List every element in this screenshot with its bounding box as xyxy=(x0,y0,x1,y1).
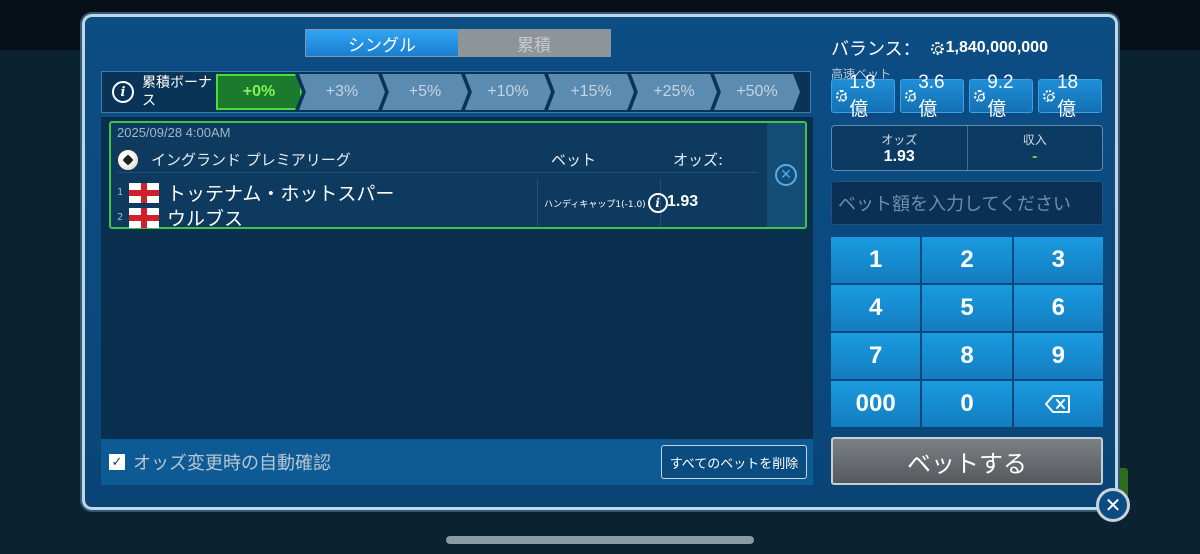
number-keypad: 1 2 3 4 5 6 7 8 9 000 0 xyxy=(831,237,1103,427)
bonus-step: +25% xyxy=(631,74,717,110)
quick-bet-amount: 3.6億 xyxy=(918,71,945,120)
balance-label: バランス： xyxy=(831,39,921,60)
delete-all-bets-button[interactable]: すべてのベットを削除 xyxy=(661,445,807,479)
selection-odds: 1.93 xyxy=(667,193,699,210)
key-0[interactable]: 0 xyxy=(922,381,1012,427)
bonus-steps: +0% +3% +5% +10% +15% +25% +50% xyxy=(216,74,800,110)
key-3[interactable]: 3 xyxy=(1013,237,1103,283)
balance-amount: 1,840,000,000 xyxy=(945,39,1048,56)
chip-icon xyxy=(1043,90,1055,102)
bonus-step: +3% xyxy=(299,74,385,110)
odds-value: 1.93 xyxy=(883,147,915,165)
info-icon[interactable]: i xyxy=(647,193,668,213)
bonus-step: +0% xyxy=(216,74,302,110)
bet-list-footer: ✓ オッズ変更時の自動確認 すべてのベットを削除 xyxy=(101,439,813,485)
team-name: トッテナム・ホットスパー xyxy=(167,183,395,205)
home-indicator xyxy=(446,536,754,544)
team-row: 1 トッテナム・ホットスパー xyxy=(117,179,394,206)
income-value: - xyxy=(1032,147,1038,165)
close-icon[interactable]: ✕ xyxy=(1096,488,1130,522)
bet-card: 2025/09/28 4:00AM イングランド プレミアリーグ ベット オッズ… xyxy=(109,121,807,231)
key-9[interactable]: 9 xyxy=(1013,333,1103,379)
key-5[interactable]: 5 xyxy=(922,285,1012,331)
key-4[interactable]: 4 xyxy=(831,285,921,331)
key-000[interactable]: 000 xyxy=(831,381,921,427)
parlay-bonus-bar: i 累積ボーナス +0% +3% +5% +10% +15% +25% +50% xyxy=(101,71,811,113)
odds-label: オッズ xyxy=(881,132,918,147)
info-icon[interactable]: i xyxy=(112,81,134,103)
handicap-selection: ハンディキャップ1(-1.0) i xyxy=(537,179,668,227)
place-bet-button[interactable]: ベットする xyxy=(831,437,1103,485)
balance: バランス： 1,840,000,000 xyxy=(831,35,1048,61)
income-cell: 収入 - xyxy=(966,126,1103,170)
backspace-icon xyxy=(1045,395,1071,413)
handicap-label: ハンディキャップ1(-1.0) xyxy=(544,199,646,210)
tab-parlay[interactable]: 累積 xyxy=(458,30,610,56)
bonus-step: +15% xyxy=(548,74,634,110)
bonus-step: +5% xyxy=(382,74,468,110)
chip-icon xyxy=(836,90,848,102)
league-row: イングランド プレミアリーグ ベット オッズ: xyxy=(117,147,757,173)
soccer-ball-icon xyxy=(117,148,139,171)
quick-bet-button[interactable]: 18億 xyxy=(1038,72,1102,120)
key-6[interactable]: 6 xyxy=(1013,285,1103,331)
league-name: イングランド プレミアリーグ xyxy=(151,151,351,169)
odds-summary: オッズ 1.93 収入 - xyxy=(831,125,1103,171)
key-8[interactable]: 8 xyxy=(922,333,1012,379)
chip-icon xyxy=(974,90,986,102)
quick-bet-button[interactable]: 1.8億 xyxy=(831,72,895,120)
income-label: 収入 xyxy=(1022,132,1047,147)
england-flag-icon xyxy=(129,207,159,228)
key-1[interactable]: 1 xyxy=(831,237,921,283)
odds-column-header: オッズ: xyxy=(673,151,724,169)
auto-confirm-label: オッズ変更時の自動確認 xyxy=(133,453,331,474)
bet-column-header: ベット xyxy=(551,151,597,169)
backspace-key[interactable] xyxy=(1013,381,1103,427)
bonus-step: +50% xyxy=(714,74,800,110)
bonus-label: 累積ボーナス xyxy=(142,75,212,109)
bet-amount-input[interactable]: ベット額を入力してください xyxy=(831,181,1103,225)
chip-icon xyxy=(930,41,944,55)
team-number: 1 xyxy=(117,187,124,198)
quick-bet-button[interactable]: 9.2億 xyxy=(969,72,1033,120)
team-row: 2 ウルブス xyxy=(117,204,243,231)
team-name: ウルブス xyxy=(167,208,244,230)
remove-bet-area: ✕ xyxy=(767,123,805,227)
key-2[interactable]: 2 xyxy=(922,237,1012,283)
key-7[interactable]: 7 xyxy=(831,333,921,379)
match-datetime: 2025/09/28 4:00AM xyxy=(117,125,231,140)
balance-amount-wrap: 1,840,000,000 xyxy=(930,39,1048,57)
quick-bet-amount: 18億 xyxy=(1056,71,1079,120)
quick-bet-button[interactable]: 3.6億 xyxy=(900,72,964,120)
bet-list: 2025/09/28 4:00AM イングランド プレミアリーグ ベット オッズ… xyxy=(101,117,813,439)
quick-bet-amount: 1.8億 xyxy=(849,71,876,120)
auto-confirm-checkbox[interactable]: ✓ xyxy=(109,454,125,470)
bonus-step: +10% xyxy=(465,74,551,110)
quick-bet-amount: 9.2億 xyxy=(987,71,1014,120)
team-number: 2 xyxy=(117,212,124,223)
stake-panel: バランス： 1,840,000,000 高速ベット 1.8億 3.6億 9.2億 xyxy=(831,17,1107,507)
tab-single[interactable]: シングル xyxy=(306,30,458,56)
odds-cell: オッズ 1.93 xyxy=(832,126,967,170)
close-circle-icon[interactable]: ✕ xyxy=(775,164,797,186)
chip-icon xyxy=(905,90,917,102)
quick-bet-row: 1.8億 3.6億 9.2億 18億 xyxy=(831,72,1102,120)
bet-slip-modal: シングル 累積 i 累積ボーナス +0% +3% +5% +10% +15% +… xyxy=(82,14,1118,510)
england-flag-icon xyxy=(129,182,159,203)
bet-type-tabs: シングル 累積 xyxy=(305,29,611,57)
